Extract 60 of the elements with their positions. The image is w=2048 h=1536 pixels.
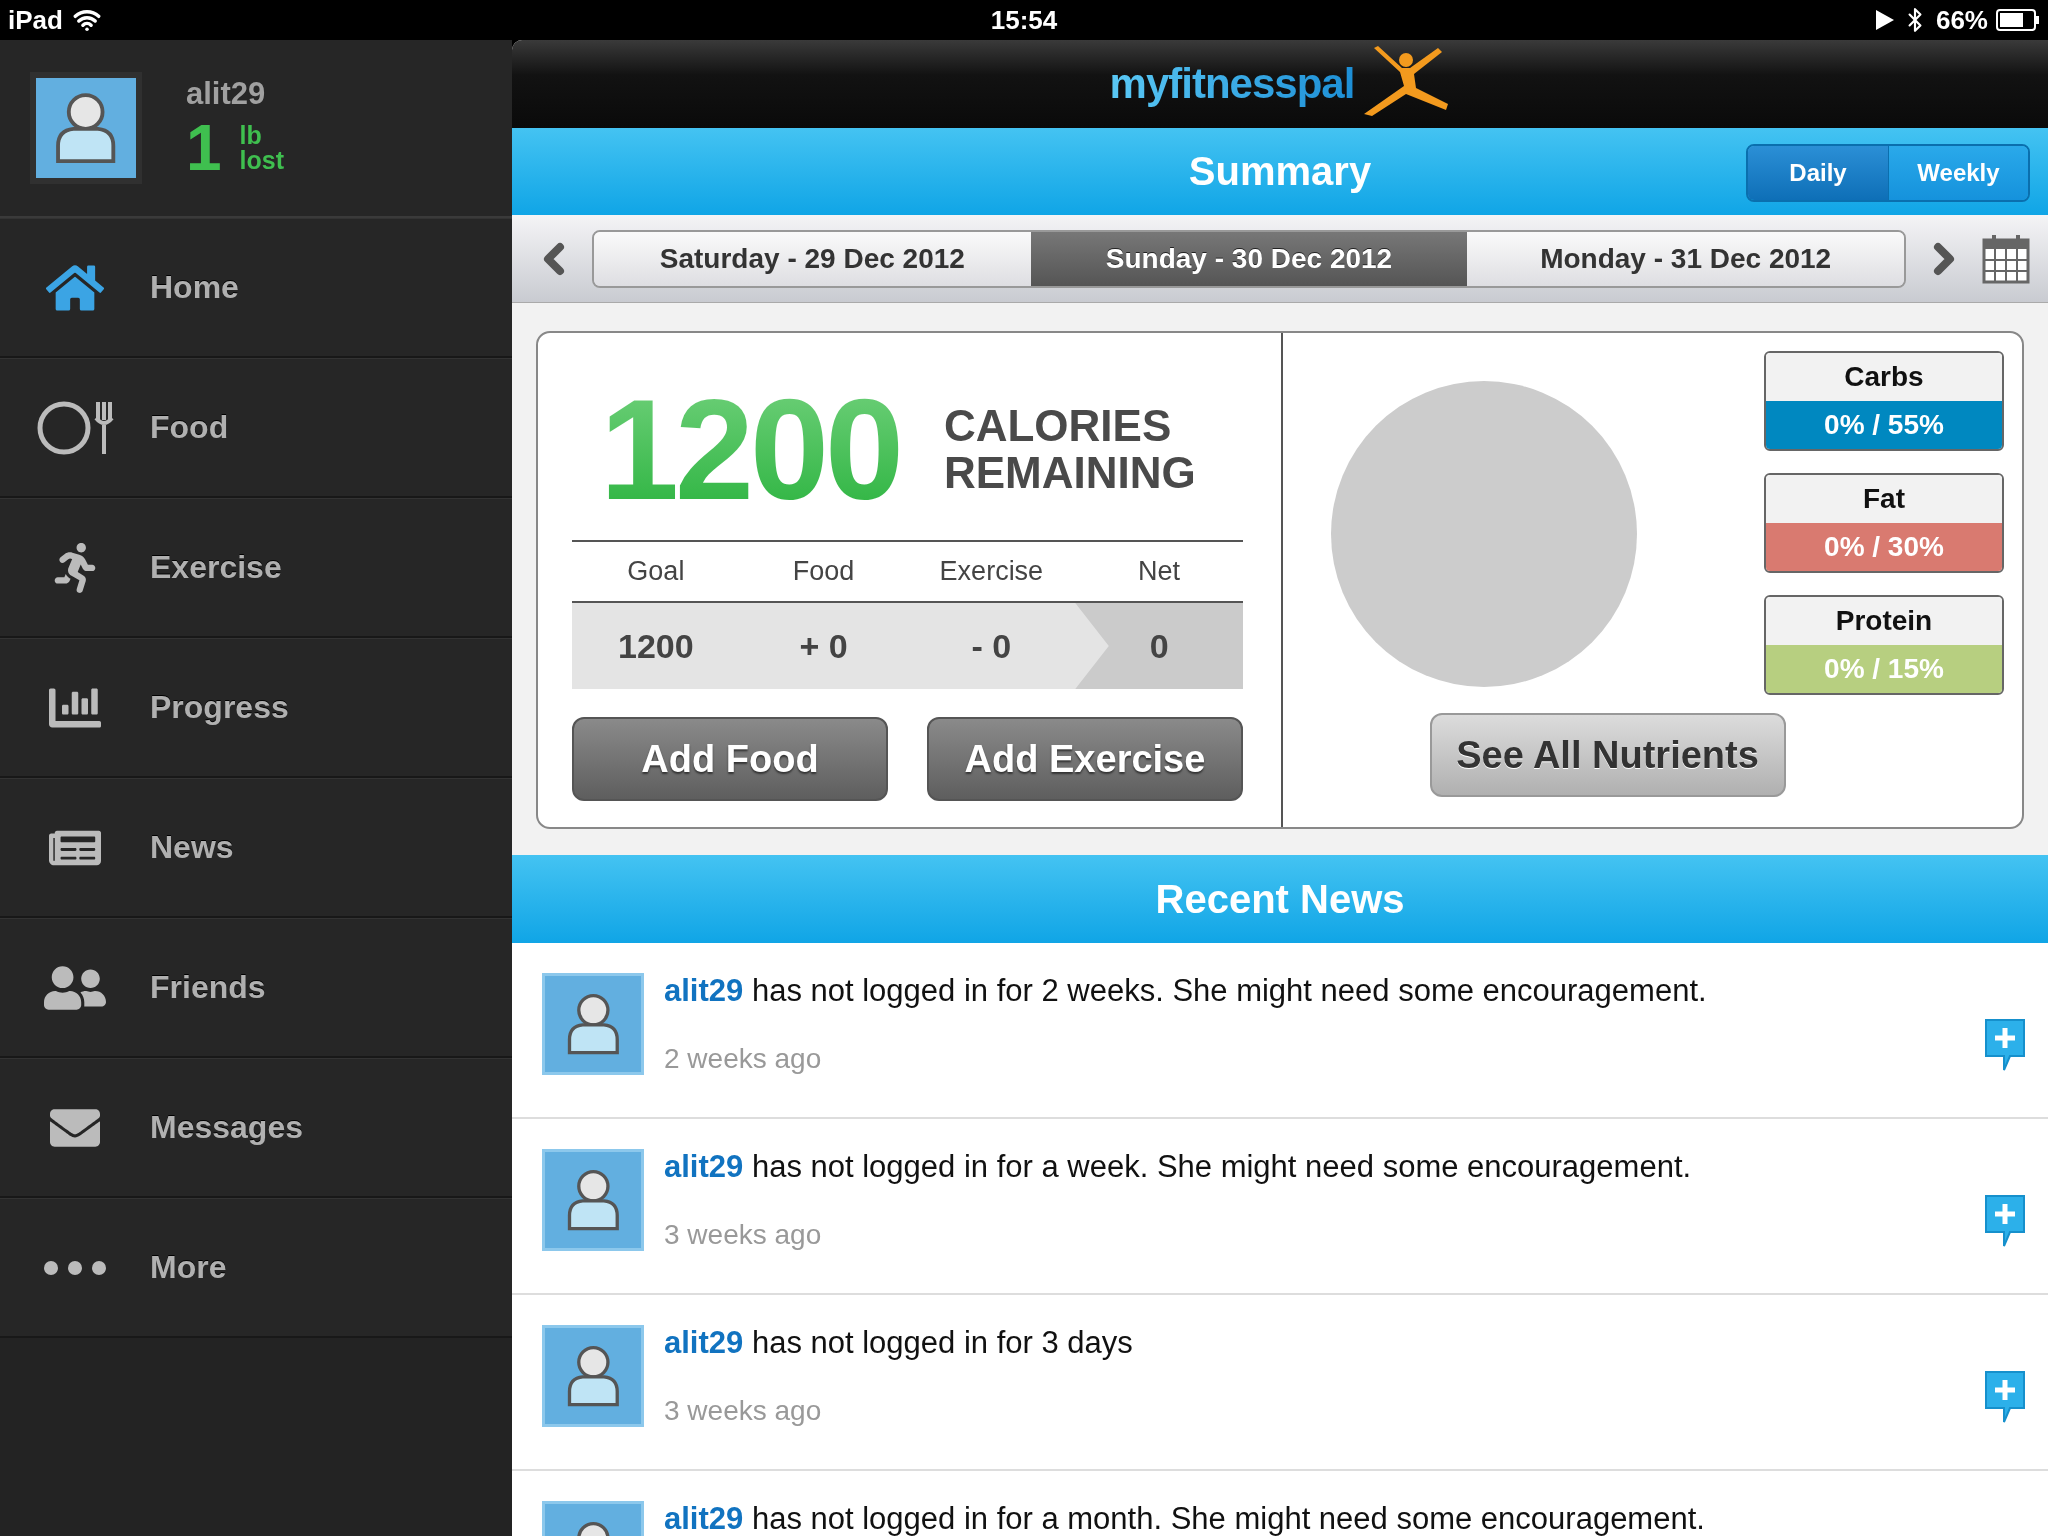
lost-label: lost (239, 148, 285, 173)
date-tab[interactable]: Sunday - 30 Dec 2012 (1030, 231, 1468, 286)
news-text: alit29 has not logged in for 2 weeks. She might need some encouragement. (664, 973, 1708, 1009)
nutrient-bar: 0% / 15% (1766, 645, 2002, 693)
weight-lost-number: 1 (186, 116, 222, 180)
user-silhouette-icon (565, 1344, 621, 1408)
profile-avatar[interactable] (30, 72, 142, 184)
user-link[interactable]: alit29 (664, 1501, 744, 1536)
add-button[interactable]: Add Exercise (927, 717, 1243, 801)
user-link[interactable]: alit29 (664, 1325, 744, 1360)
weight-unit: lb (239, 123, 263, 148)
date-tab[interactable]: Monday - 31 Dec 2012 (1467, 231, 1904, 286)
play-icon (1875, 10, 1894, 30)
more-icon (44, 1260, 106, 1275)
news-text: alit29 has not logged in for a month. She might need some encouragement. (664, 1501, 1706, 1536)
sidebar-item[interactable]: News (0, 778, 512, 918)
calories-label: CALORIES (943, 403, 1173, 450)
nutrient-bar: 0% / 30% (1766, 523, 2002, 571)
plate-fork-icon (36, 399, 114, 456)
device-name: iPad (8, 4, 63, 36)
nutrient-bar: 0% / 55% (1766, 401, 2002, 449)
add-comment-button[interactable] (1984, 1370, 2026, 1424)
table-cell: 0 (1075, 603, 1243, 689)
table-cell-text: 1200 (617, 625, 695, 667)
news-time: 3 weeks ago (664, 1219, 823, 1251)
user-link[interactable]: alit29 (664, 1149, 744, 1184)
remaining-label: REMAINING (943, 449, 1196, 496)
news-text: alit29 has not logged in for a week. She might need some encouragement. (664, 1149, 1693, 1185)
table-cell-text: - 0 (970, 625, 1013, 667)
sidebar-item[interactable]: More (0, 1198, 512, 1338)
table-cell-text: + 0 (798, 625, 849, 667)
sidebar-item[interactable]: Exercise (0, 498, 512, 638)
news-time: 3 weeks ago (664, 1395, 823, 1427)
calendar-icon[interactable] (1982, 233, 2030, 284)
user-link[interactable]: alit29 (664, 973, 744, 1008)
add-button[interactable]: Add Food (572, 717, 888, 801)
see-all-nutrients-button[interactable]: See All Nutrients (1429, 713, 1786, 797)
battery-icon (1996, 9, 2040, 31)
sidebar-item[interactable]: Progress (0, 638, 512, 778)
battery-percent: 66% (1935, 4, 1988, 36)
add-comment-button[interactable] (1984, 1018, 2026, 1072)
date-tab[interactable]: Saturday - 29 Dec 2012 (594, 231, 1031, 286)
user-silhouette-icon (565, 1168, 621, 1232)
sidebar-item[interactable]: Friends (0, 918, 512, 1058)
add-comment-button[interactable] (1984, 1194, 2026, 1248)
view-toggle-tab[interactable]: Daily (1748, 146, 1888, 200)
nutrient-name: Fat (1766, 475, 2002, 523)
user-silhouette-icon (565, 992, 621, 1056)
summary-title: Summary (1188, 149, 1372, 194)
sidebar-item[interactable]: Home (0, 218, 512, 358)
news-text: alit29 has not logged in for 3 days (664, 1325, 1134, 1361)
news-time: 2 weeks ago (664, 1043, 823, 1075)
sidebar-item[interactable]: Messages (0, 1058, 512, 1198)
user-silhouette-icon (54, 91, 118, 165)
clock: 15:54 (990, 4, 1058, 36)
sidebar-item[interactable]: Food (0, 358, 512, 498)
nutrient-name: Protein (1766, 597, 2002, 645)
username: alit29 (186, 76, 267, 112)
recent-news-title: Recent News (1155, 876, 1405, 922)
nutrient-name: Carbs (1766, 353, 2002, 401)
